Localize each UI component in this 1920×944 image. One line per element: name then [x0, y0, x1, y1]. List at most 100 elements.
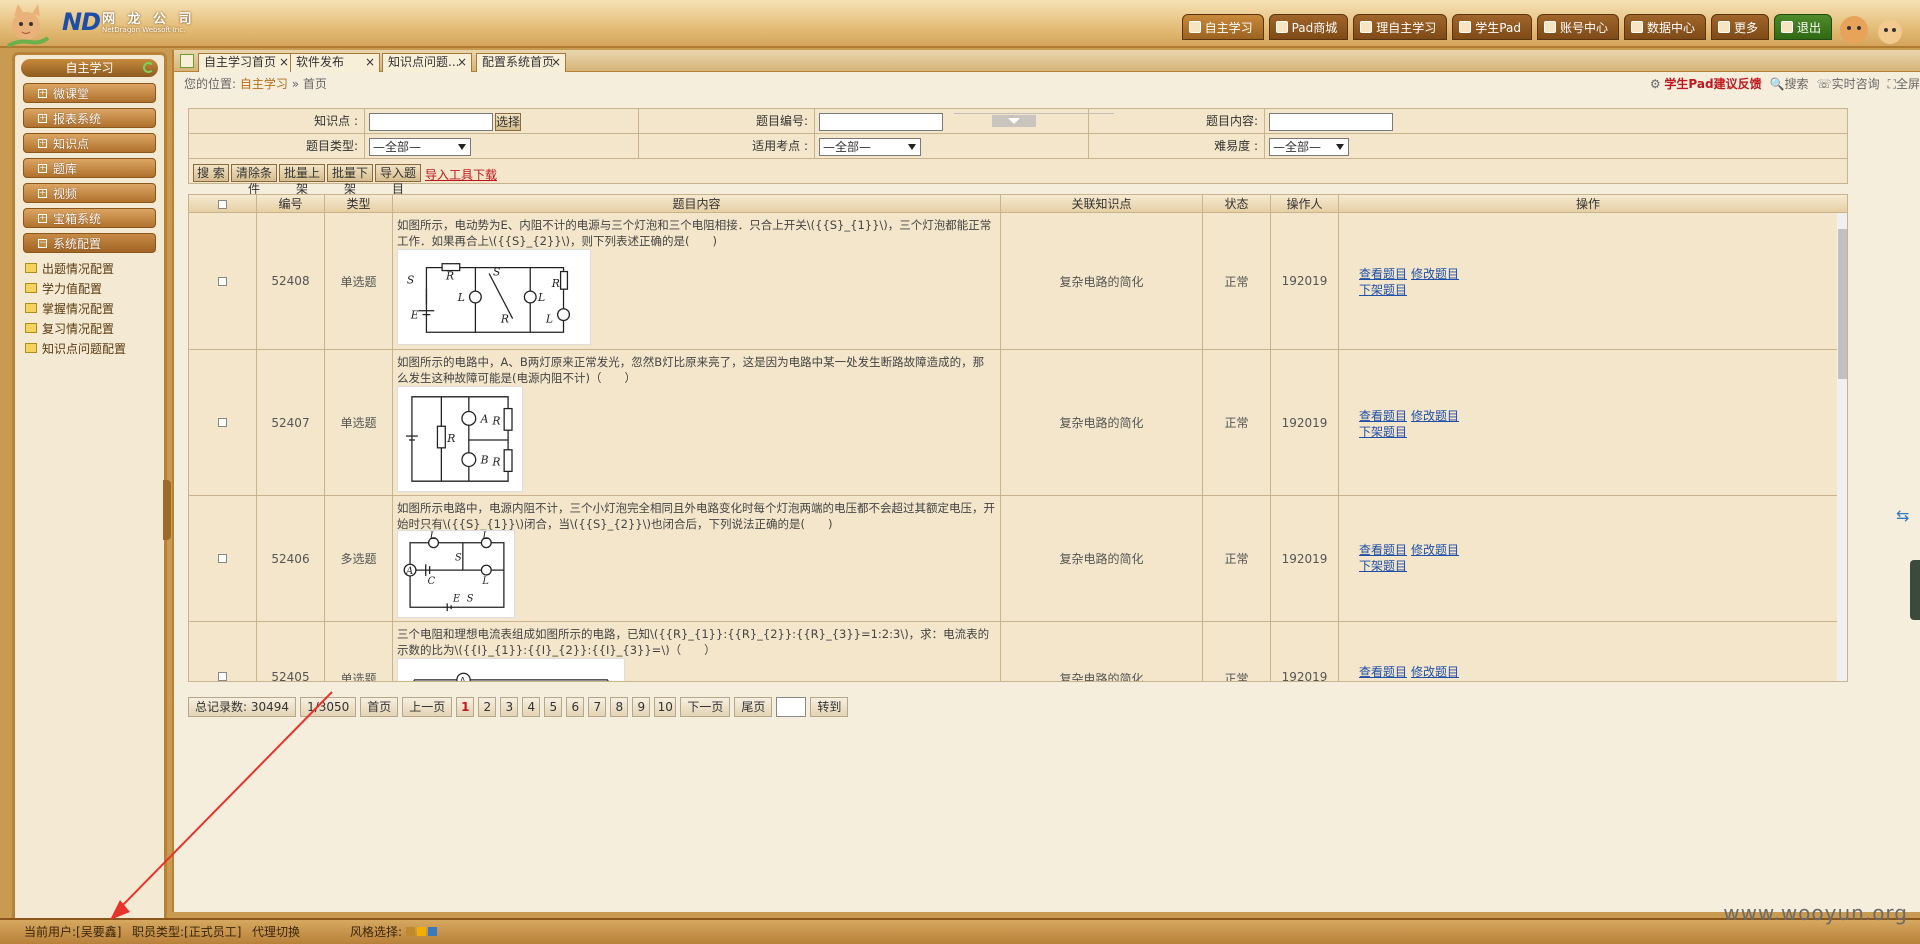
sidebar-menu-system-config[interactable]: − 系统配置 — [23, 233, 156, 253]
sidebar-item-review-config[interactable]: 复习情况配置 — [25, 318, 164, 338]
view-question-link[interactable]: 查看题目 — [1359, 267, 1407, 281]
proxy-switch-link[interactable]: 代理切换 — [252, 920, 300, 944]
scrollbar-thumb[interactable] — [1838, 229, 1847, 379]
import-tool-download-link[interactable]: 导入工具下载 — [425, 166, 497, 183]
import-button[interactable]: 导入题目 — [375, 164, 421, 196]
page-number[interactable]: 6 — [566, 697, 585, 717]
home-icon[interactable] — [180, 54, 194, 68]
sidebar-menu-knowledge[interactable]: + 知识点 — [23, 133, 156, 153]
type-select[interactable]: —全部— — [369, 138, 471, 156]
company-logo[interactable]: ND 网 龙 公 司 NetDragon Websoft Inc. — [6, 2, 206, 48]
topnav-science-learning[interactable]: 理自主学习 — [1353, 14, 1448, 40]
page-number[interactable]: 5 — [544, 697, 563, 717]
tab-knowledge-questions[interactable]: 知识点问题... × — [382, 53, 472, 72]
edit-question-link[interactable]: 修改题目 — [1411, 665, 1459, 679]
page-number[interactable]: 8 — [610, 697, 629, 717]
row-type: 单选题 — [325, 622, 393, 681]
row-checkbox[interactable] — [218, 276, 227, 286]
table-scrollbar[interactable] — [1837, 213, 1847, 681]
style-swatch-blue[interactable] — [427, 927, 437, 936]
row-checkbox[interactable] — [218, 672, 227, 681]
sidebar-item-ability-config[interactable]: 学力值配置 — [25, 278, 164, 298]
close-icon[interactable]: × — [279, 54, 289, 71]
prev-page-button[interactable]: 上一页 — [402, 697, 453, 717]
goto-page-input[interactable] — [776, 697, 807, 717]
sidebar-collapse-handle[interactable] — [163, 480, 171, 540]
unpublish-question-link[interactable]: 下架题目 — [1359, 425, 1407, 439]
sidebar-item-mastery-config[interactable]: 掌握情况配置 — [25, 298, 164, 318]
collapse-search-icon[interactable] — [992, 115, 1036, 127]
edit-question-link[interactable]: 修改题目 — [1411, 267, 1459, 281]
clear-button[interactable]: 清除条件 — [231, 164, 277, 196]
knowledge-input[interactable] — [369, 113, 493, 131]
page-number[interactable]: 4 — [522, 697, 541, 717]
close-icon[interactable]: × — [457, 54, 467, 71]
style-swatch-brown[interactable] — [405, 927, 415, 936]
goto-page-button[interactable]: 转到 — [810, 697, 849, 717]
consult-link[interactable]: ☏实时咨询 — [1817, 75, 1880, 92]
row-checkbox[interactable] — [218, 418, 227, 427]
topnav-pad-store[interactable]: Pad商城 — [1268, 14, 1349, 40]
sidebar-item-question-config[interactable]: 出题情况配置 — [25, 258, 164, 278]
page-number[interactable]: 10 — [654, 697, 677, 717]
column-header-knowledge: 关联知识点 — [1001, 195, 1203, 213]
swap-arrows-icon[interactable]: ⇆ — [1896, 506, 1909, 525]
sidebar-menu-video[interactable]: + 视频 — [23, 183, 156, 203]
feedback-link[interactable]: ⚙ 学生Pad建议反馈 — [1650, 75, 1762, 92]
page-number[interactable]: 2 — [478, 697, 497, 717]
divider — [954, 113, 1114, 114]
refresh-icon[interactable] — [143, 62, 154, 73]
view-question-link[interactable]: 查看题目 — [1359, 665, 1407, 679]
row-checkbox[interactable] — [218, 554, 227, 563]
topnav-logout[interactable]: 退出 — [1773, 14, 1832, 40]
sidebar-menu-micro-class[interactable]: + 微课堂 — [23, 83, 156, 103]
topnav-more[interactable]: 更多 — [1710, 14, 1769, 40]
user-name: [吴要鑫] — [76, 925, 122, 939]
unpublish-question-link[interactable]: 下架题目 — [1359, 559, 1407, 573]
page-number[interactable]: 3 — [500, 697, 519, 717]
page-number[interactable]: 7 — [588, 697, 607, 717]
edit-question-link[interactable]: 修改题目 — [1411, 409, 1459, 423]
content-input[interactable] — [1269, 113, 1393, 131]
close-icon[interactable]: × — [551, 54, 561, 71]
close-icon[interactable]: × — [365, 54, 375, 71]
tab-config-home[interactable]: 配置系统首页 × — [476, 53, 566, 72]
last-page-button[interactable]: 尾页 — [734, 697, 773, 717]
select-all-checkbox[interactable] — [218, 199, 227, 209]
search-button[interactable]: 搜 索 — [193, 164, 229, 182]
topnav-data-center[interactable]: 数据中心 — [1623, 14, 1706, 40]
fullscreen-link[interactable]: ⛶全屏 — [1888, 75, 1920, 92]
exam-select[interactable]: —全部— — [819, 138, 921, 156]
exam-select-value: —全部— — [823, 140, 872, 154]
question-text: 如图所示电路中，电源内阻不计，三个小灯泡完全相同且外电路变化时每个灯泡两端的电压… — [397, 501, 995, 531]
edit-question-link[interactable]: 修改题目 — [1411, 543, 1459, 557]
topnav-account-center[interactable]: 账号中心 — [1536, 14, 1619, 40]
breadcrumb-link[interactable]: 自主学习 — [240, 77, 288, 91]
topnav-self-learning[interactable]: 自主学习 — [1181, 14, 1264, 40]
sidebar-item-knowledge-question-config[interactable]: 知识点问题配置 — [25, 338, 164, 358]
tab-software-release[interactable]: 软件发布 × — [290, 53, 380, 72]
tab-self-learning-home[interactable]: 自主学习首页 × — [198, 53, 294, 72]
search-link[interactable]: 🔍搜索 — [1770, 75, 1809, 92]
topnav-student-pad[interactable]: 学生Pad — [1452, 14, 1532, 40]
first-page-button[interactable]: 首页 — [360, 697, 399, 717]
side-drawer-handle[interactable] — [1910, 560, 1920, 620]
batch-unpublish-button[interactable]: 批量下架 — [327, 164, 373, 196]
row-select-cell — [189, 350, 257, 495]
sidebar-menu-treasure[interactable]: + 宝箱系统 — [23, 208, 156, 228]
view-question-link[interactable]: 查看题目 — [1359, 543, 1407, 557]
difficulty-select[interactable]: —全部— — [1269, 138, 1349, 156]
sidebar-menu-reports[interactable]: + 报表系统 — [23, 108, 156, 128]
view-question-link[interactable]: 查看题目 — [1359, 409, 1407, 423]
style-swatch-yellow[interactable] — [416, 927, 426, 936]
tablet-icon — [1459, 21, 1472, 33]
unpublish-question-link[interactable]: 下架题目 — [1359, 283, 1407, 297]
qid-input[interactable] — [819, 113, 943, 131]
next-page-button[interactable]: 下一页 — [680, 697, 731, 717]
page-number-current[interactable]: 1 — [456, 697, 475, 717]
page-number[interactable]: 9 — [632, 697, 651, 717]
pagination: 总记录数: 30494 1/3050 首页 上一页 1 2 3 4 5 6 7 … — [188, 696, 849, 718]
batch-publish-button[interactable]: 批量上架 — [279, 164, 325, 196]
knowledge-select-button[interactable]: 选择 — [495, 113, 521, 131]
sidebar-menu-question-bank[interactable]: + 题库 — [23, 158, 156, 178]
